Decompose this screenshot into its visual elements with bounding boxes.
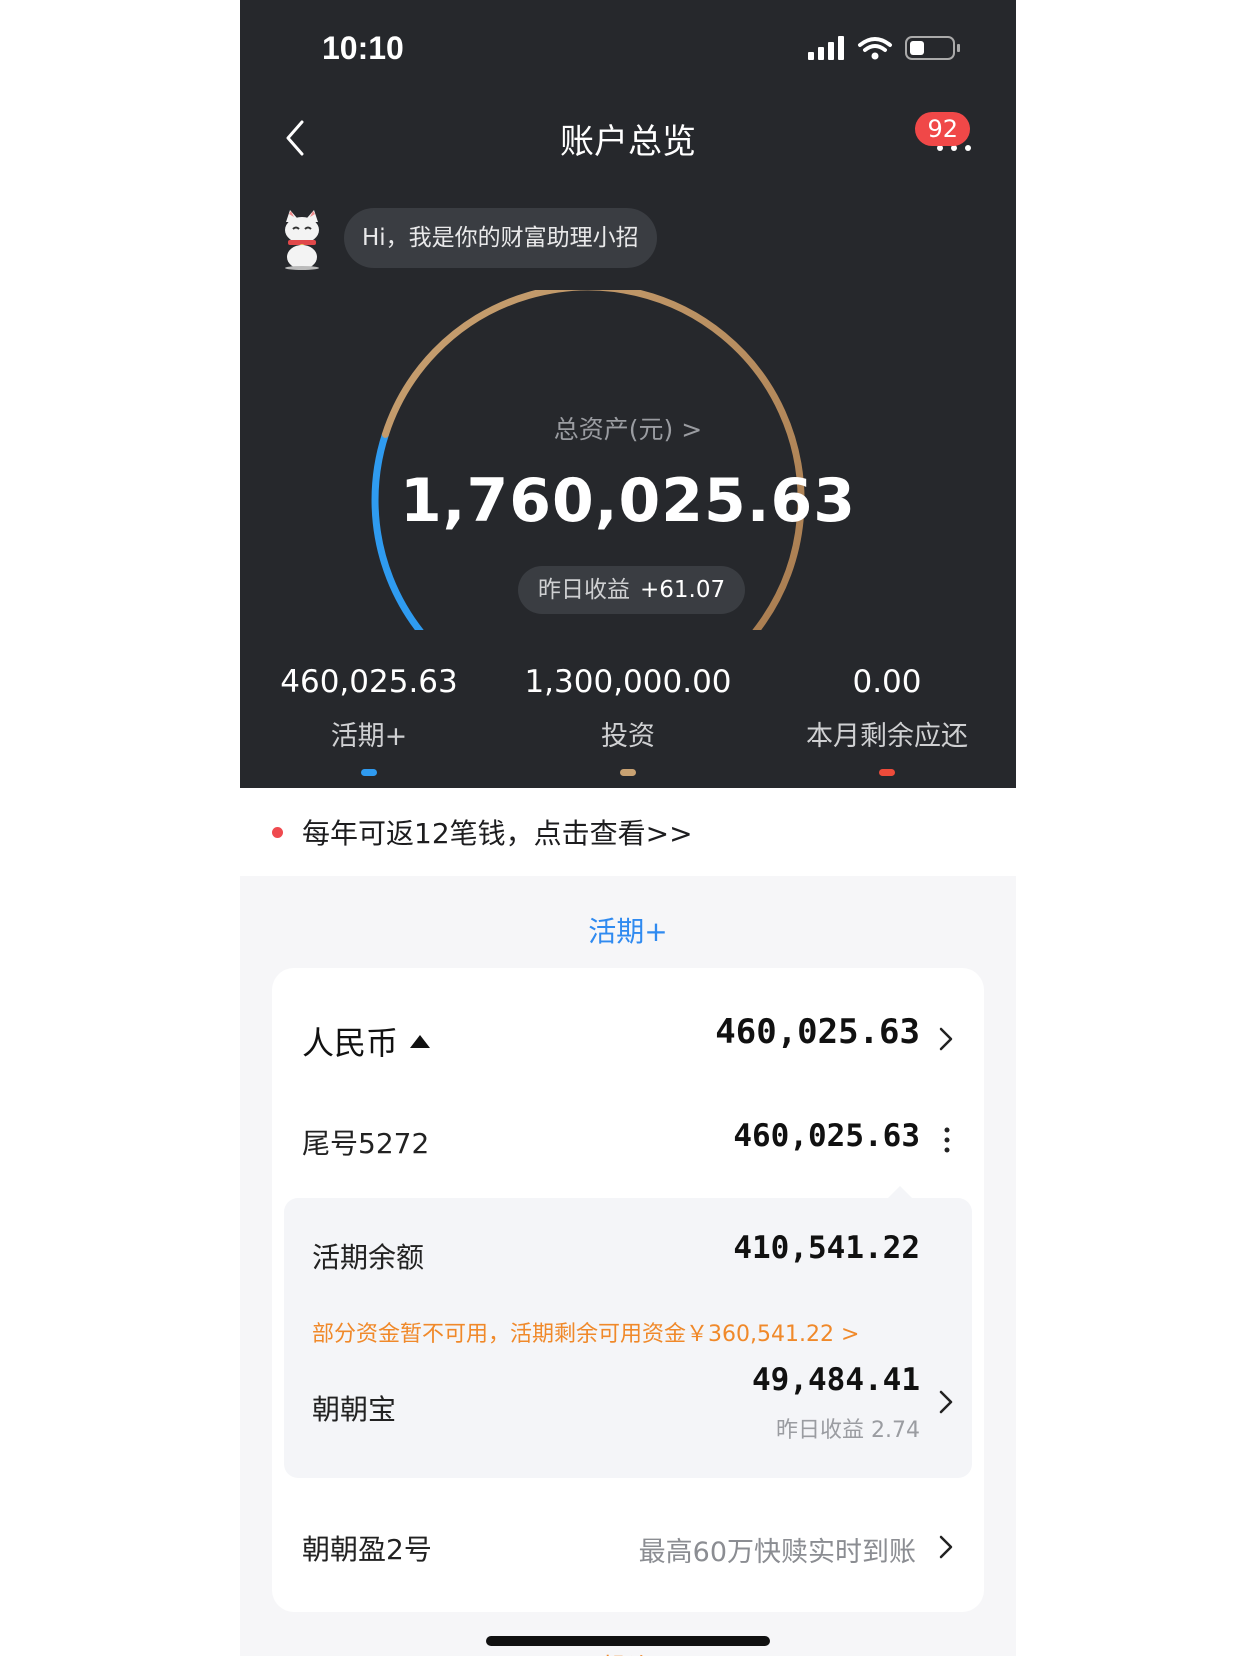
product-amount: 49,484.41 bbox=[752, 1362, 920, 1398]
lucky-cat-avatar-icon bbox=[285, 210, 319, 270]
total-assets-label[interactable]: 总资产(元) > bbox=[240, 410, 1016, 446]
notice-dot bbox=[272, 827, 283, 838]
section-title: 活期+ bbox=[588, 915, 668, 948]
assistant-greeting: Hi，我是你的财富助理小招 bbox=[344, 208, 657, 268]
collapse-triangle-icon[interactable] bbox=[410, 1034, 431, 1048]
currency-name-wrap: 人民币 bbox=[302, 1018, 431, 1064]
phone-screen: 10:10 账户总览 92 Hi，我是你的财富助理小招 总资产(元) > 1,7… bbox=[240, 0, 1016, 1656]
header-panel: 10:10 账户总览 92 Hi，我是你的财富助理小招 总资产(元) > 1,7… bbox=[240, 0, 1016, 788]
product2-row[interactable]: 朝朝盈2号 最高60万快赎实时到账 bbox=[272, 1508, 984, 1588]
stat-investment-value: 1,300,000.00 bbox=[524, 664, 732, 700]
stat-repayment-value: 0.00 bbox=[852, 664, 922, 700]
stat-investment-indicator bbox=[620, 769, 636, 776]
status-time: 10:10 bbox=[322, 30, 404, 66]
currency-row[interactable]: 人民币 460,025.63 bbox=[272, 998, 984, 1078]
current-account-card: 人民币 460,025.63 尾号5272 460,025.63 活期余额 41… bbox=[272, 968, 984, 1612]
kebab-menu-icon[interactable] bbox=[944, 1120, 950, 1160]
product2-name: 朝朝盈2号 bbox=[302, 1533, 432, 1566]
yesterday-earnings-pill[interactable]: 昨日收益 +61.07 bbox=[518, 566, 746, 614]
asset-breakdown: 460,025.63 活期+ 1,300,000.00 投资 0.00 本月剩余… bbox=[240, 664, 1016, 776]
stat-repayment[interactable]: 0.00 本月剩余应还 bbox=[758, 664, 1016, 776]
status-bar: 10:10 bbox=[240, 0, 1016, 100]
yesterday-earnings-label: 昨日收益 bbox=[538, 577, 630, 603]
balance-label: 活期余额 bbox=[312, 1241, 425, 1274]
product2-chevron-icon[interactable] bbox=[938, 1534, 954, 1560]
stat-current[interactable]: 460,025.63 活期+ bbox=[240, 664, 498, 776]
balance-value: 410,541.22 bbox=[733, 1230, 920, 1266]
page-title: 账户总览 bbox=[560, 122, 696, 162]
account-detail-panel: 活期余额 410,541.22 部分资金暂不可用，活期剩余可用资金￥360,54… bbox=[284, 1186, 972, 1478]
total-assets-value: 1,760,025.63 bbox=[399, 466, 857, 536]
currency-name: 人民币 bbox=[302, 1024, 399, 1062]
account-amount: 460,025.63 bbox=[733, 1118, 920, 1154]
status-icons bbox=[808, 36, 960, 60]
account-name: 尾号5272 bbox=[302, 1127, 430, 1160]
more-menu-button[interactable]: 92 bbox=[915, 112, 982, 154]
panel-notch bbox=[888, 1186, 912, 1198]
wifi-icon bbox=[858, 37, 892, 52]
stat-current-label: 活期+ bbox=[330, 721, 408, 752]
stat-repayment-label: 本月剩余应还 bbox=[806, 721, 968, 752]
notification-badge: 92 bbox=[915, 112, 970, 146]
product-yesterday-earnings: 昨日收益 2.74 bbox=[776, 1418, 920, 1443]
promo-notice[interactable]: 每年可返12笔钱，点击查看>> bbox=[240, 788, 1016, 876]
product-chevron-icon[interactable] bbox=[938, 1389, 954, 1415]
stat-current-value: 460,025.63 bbox=[280, 664, 458, 700]
nav-bar: 账户总览 92 bbox=[240, 100, 1016, 180]
battery-icon bbox=[905, 36, 960, 60]
account-row[interactable]: 尾号5272 460,025.63 bbox=[272, 1102, 984, 1182]
yesterday-earnings-value: +61.07 bbox=[640, 577, 726, 603]
product-name[interactable]: 朝朝宝 bbox=[312, 1388, 396, 1428]
home-indicator[interactable] bbox=[486, 1636, 770, 1646]
stat-repayment-indicator bbox=[879, 769, 895, 776]
chevron-right-icon[interactable] bbox=[938, 1026, 954, 1052]
product2-desc: 最高60万快赎实时到账 bbox=[638, 1537, 916, 1568]
stat-investment[interactable]: 1,300,000.00 投资 bbox=[499, 664, 757, 776]
notice-text: 每年可返12笔钱，点击查看>> bbox=[302, 817, 693, 850]
signal-icon bbox=[808, 36, 844, 60]
next-section-peek: 投资 bbox=[240, 1648, 1016, 1656]
availability-warning[interactable]: 部分资金暂不可用，活期剩余可用资金￥360,541.22 > bbox=[312, 1316, 859, 1348]
stat-investment-label: 投资 bbox=[601, 721, 655, 752]
currency-amount: 460,025.63 bbox=[715, 1012, 920, 1052]
stat-current-indicator bbox=[361, 769, 377, 776]
